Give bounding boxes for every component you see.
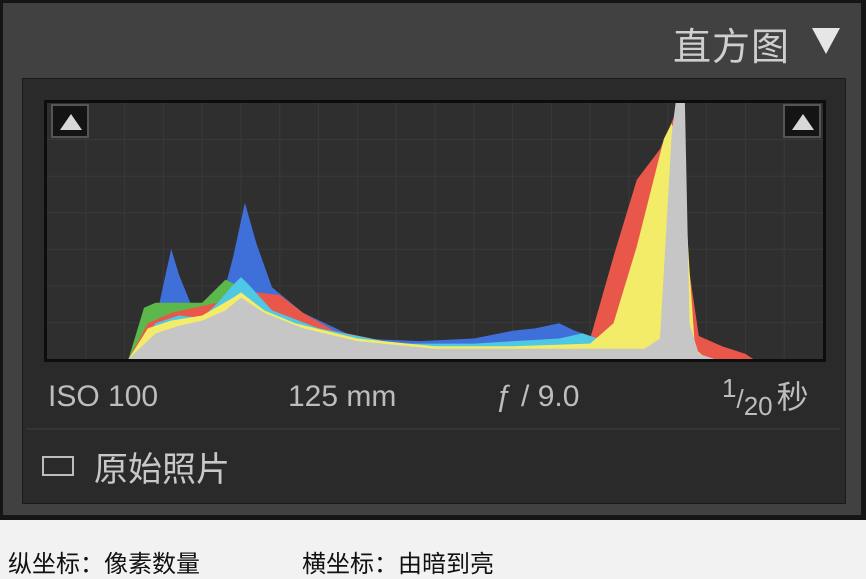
y-axis-caption: 纵坐标：像素数量 [8,550,200,578]
shutter-unit: 秒 [776,379,809,415]
aperture-value: ƒ / 9.0 [496,380,580,413]
focal-length-value: 125 mm [288,380,397,413]
shutter-slash: / [736,384,744,414]
shutter-denominator: 20 [743,391,773,421]
triangle-up-icon [60,114,82,130]
shutter-numerator: 1 [722,373,737,403]
shadow-clipping-triangle-icon[interactable] [51,104,89,138]
iso-value: ISO 100 [48,380,159,413]
panel-title[interactable]: 直方图 [673,16,790,71]
x-axis-caption: 横坐标：由暗到亮 [302,550,494,578]
triangle-down-icon[interactable] [812,28,840,54]
original-photo-checkbox[interactable] [42,456,74,476]
divider [26,428,840,430]
histogram-chart[interactable] [44,100,826,362]
highlight-clipping-triangle-icon[interactable] [783,104,821,138]
shutter-speed-value: 1/20 秒 [722,372,809,422]
original-photo-label[interactable]: 原始照片 [94,442,230,491]
triangle-up-icon [792,114,814,130]
